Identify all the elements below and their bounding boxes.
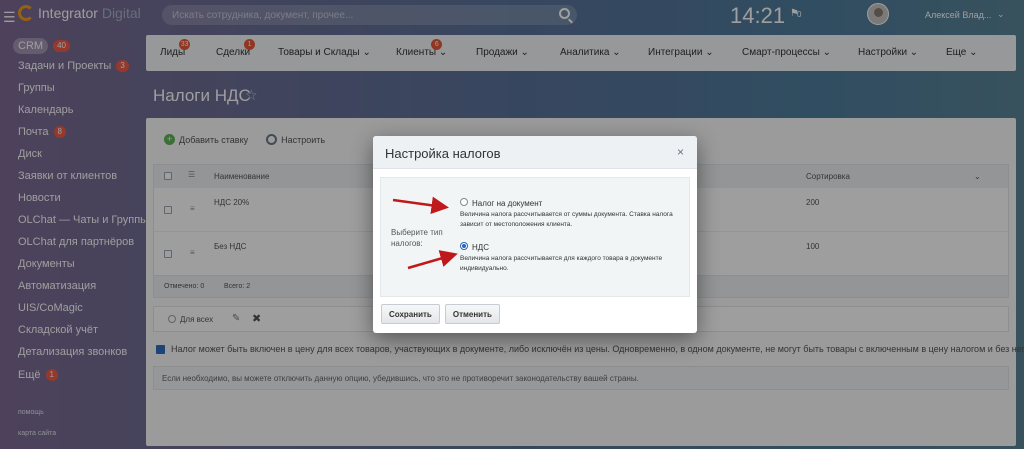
- cancel-button[interactable]: Отменить: [444, 304, 500, 324]
- tax-type-label: Выберите тип налогов:: [391, 228, 443, 248]
- option-vat-desc: Величина налога рассчитывается для каждо…: [460, 255, 663, 272]
- radio-vat[interactable]: [460, 242, 468, 250]
- dialog-footer: Сохранить Отменить: [381, 304, 500, 324]
- option-document-tax-desc: Величина налога рассчитывается от суммы …: [460, 211, 673, 228]
- option-vat-title[interactable]: НДС: [472, 243, 489, 252]
- option-document-tax-title[interactable]: Налог на документ: [472, 199, 542, 208]
- radio-document-tax[interactable]: [460, 198, 468, 206]
- close-icon[interactable]: ×: [677, 145, 684, 159]
- dialog-title: Настройка налогов: [385, 146, 501, 161]
- dialog-body: Выберите тип налогов: Налог на документ …: [380, 177, 690, 297]
- save-button[interactable]: Сохранить: [381, 304, 440, 324]
- tax-settings-dialog: Настройка налогов × Выберите тип налогов…: [373, 136, 697, 333]
- dialog-header: Настройка налогов ×: [373, 136, 697, 169]
